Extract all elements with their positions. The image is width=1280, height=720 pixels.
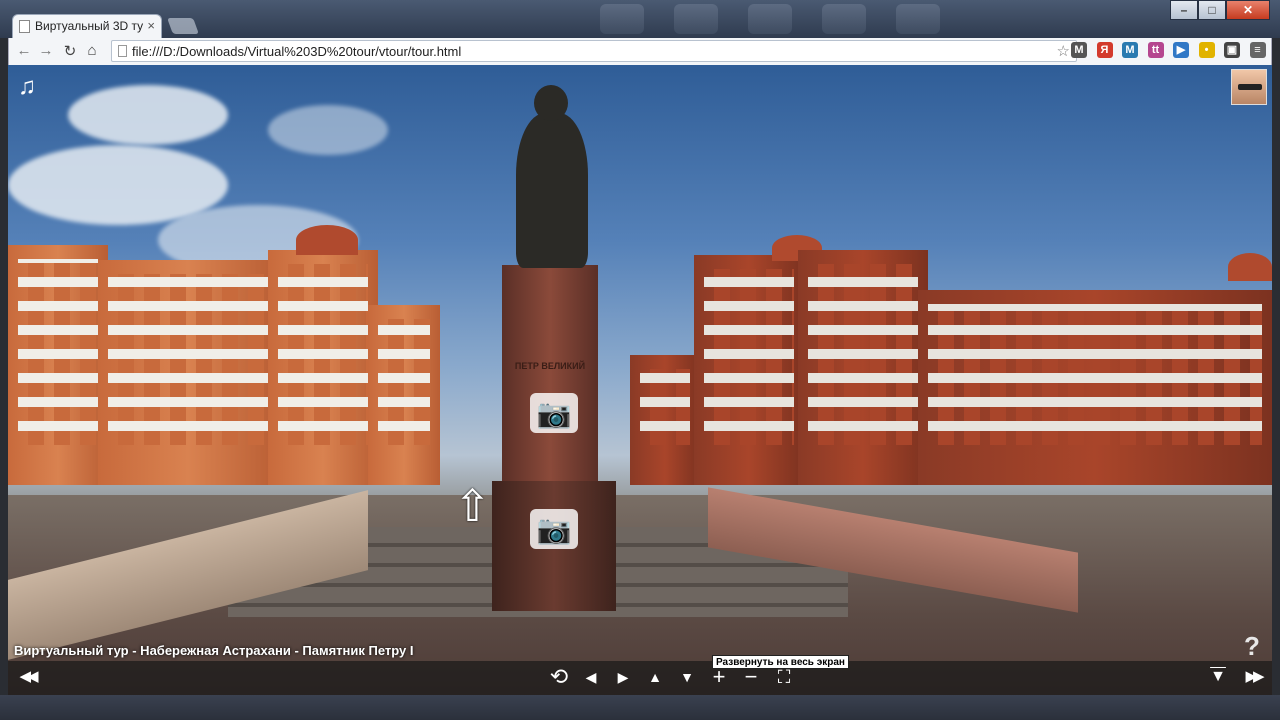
right-building bbox=[918, 290, 1272, 485]
taskbar-strip bbox=[0, 695, 1280, 720]
left-building bbox=[98, 260, 278, 485]
forward-icon[interactable]: → bbox=[37, 42, 55, 59]
m-extension-icon[interactable]: M bbox=[1122, 42, 1138, 58]
zoom-in-button[interactable]: + bbox=[708, 666, 730, 688]
menu-icon[interactable]: ≡ bbox=[1249, 42, 1266, 58]
author-avatar[interactable] bbox=[1231, 69, 1267, 105]
tour-control-bar: ◀◀ ⟲ ◀ ▶ ▲ ▼ + − ⛶ ▼ ▶▶ bbox=[8, 661, 1272, 695]
taskbar-icons bbox=[600, 4, 940, 34]
bookmark-star-icon[interactable]: ☆ bbox=[1057, 42, 1070, 60]
taskbar-icon[interactable] bbox=[822, 4, 866, 34]
right-building bbox=[630, 355, 700, 485]
tt-extension-icon[interactable]: tt bbox=[1147, 42, 1164, 58]
statue-head bbox=[534, 85, 568, 121]
left-building-tower bbox=[268, 250, 378, 485]
monument-pedestal bbox=[502, 265, 598, 495]
tab-title: Виртуальный 3D ту bbox=[35, 19, 144, 33]
left-building bbox=[368, 305, 440, 485]
photo-hotspot-camera-icon[interactable]: 📷 bbox=[530, 393, 578, 433]
help-icon[interactable]: ? bbox=[1244, 631, 1260, 662]
tab-close-icon[interactable]: × bbox=[147, 18, 155, 33]
taskbar-icon[interactable] bbox=[674, 4, 718, 34]
window-controls: – □ ✕ bbox=[1170, 0, 1270, 20]
photo-hotspot-camera-icon[interactable]: 📷 bbox=[530, 509, 578, 549]
peter-statue bbox=[516, 113, 588, 268]
page-icon bbox=[19, 20, 30, 33]
taskbar-icon[interactable] bbox=[600, 4, 644, 34]
taskbar-icon[interactable] bbox=[748, 4, 792, 34]
next-scene-button[interactable]: ▶▶ bbox=[1238, 666, 1268, 688]
pan-up-button[interactable]: ▲ bbox=[644, 666, 666, 688]
taskbar-icon[interactable] bbox=[896, 4, 940, 34]
pan-down-button[interactable]: ▼ bbox=[676, 666, 698, 688]
building-dome bbox=[296, 225, 358, 255]
cloud bbox=[68, 85, 228, 145]
window-titlebar: Виртуальный 3D ту × – □ ✕ bbox=[0, 0, 1280, 38]
building-dome bbox=[1228, 253, 1272, 281]
pan-left-button[interactable]: ◀ bbox=[580, 666, 602, 688]
gmail-icon[interactable]: M bbox=[1071, 42, 1087, 58]
music-toggle-icon[interactable]: ♫ bbox=[18, 73, 36, 101]
fullscreen-button[interactable]: ⛶ bbox=[772, 666, 796, 688]
yandex-icon[interactable]: Я bbox=[1096, 42, 1113, 58]
sticky-extension-icon[interactable]: • bbox=[1198, 42, 1215, 58]
close-button[interactable]: ✕ bbox=[1226, 0, 1270, 20]
minimize-button[interactable]: – bbox=[1170, 0, 1198, 20]
maximize-button[interactable]: □ bbox=[1198, 0, 1226, 20]
file-icon bbox=[118, 45, 127, 57]
right-building bbox=[694, 255, 804, 485]
pedestal-inscription: ПЕТР ВЕЛИКИЙ bbox=[514, 361, 586, 371]
url-text[interactable]: file:///D:/Downloads/Virtual%203D%20tour… bbox=[132, 44, 461, 59]
new-tab-button[interactable] bbox=[167, 18, 199, 34]
fullscreen-tooltip: Развернуть на весь экран bbox=[712, 655, 849, 669]
panorama-viewport[interactable]: ПЕТР ВЕЛИКИЙ 📷 📷 ⇧ ♫ Виртуальный тур - Н… bbox=[8, 65, 1272, 695]
browser-toolbar: ← → ↻ ⌂ file:///D:/Downloads/Virtual%203… bbox=[8, 38, 1272, 65]
address-bar[interactable]: file:///D:/Downloads/Virtual%203D%20tour… bbox=[111, 40, 1077, 62]
tour-caption: Виртуальный тур - Набережная Астрахани -… bbox=[14, 643, 414, 658]
browser-tab[interactable]: Виртуальный 3D ту × bbox=[12, 14, 162, 38]
zoom-out-button[interactable]: − bbox=[740, 666, 762, 688]
right-building bbox=[798, 250, 928, 485]
reload-icon[interactable]: ↻ bbox=[61, 42, 79, 60]
play-extension-icon[interactable]: ▶ bbox=[1173, 42, 1189, 58]
screenshot-extension-icon[interactable]: ▣ bbox=[1224, 42, 1240, 58]
left-building bbox=[8, 245, 108, 485]
pan-right-button[interactable]: ▶ bbox=[612, 666, 634, 688]
home-icon[interactable]: ⌂ bbox=[83, 42, 101, 59]
auto-rotate-button[interactable]: ⟲ bbox=[546, 666, 572, 688]
back-icon[interactable]: ← bbox=[15, 42, 33, 59]
cloud bbox=[268, 105, 388, 155]
hide-controls-button[interactable]: ▼ bbox=[1206, 666, 1230, 688]
navigate-forward-arrow-icon[interactable]: ⇧ bbox=[454, 485, 491, 529]
previous-scene-button[interactable]: ◀◀ bbox=[12, 666, 42, 688]
